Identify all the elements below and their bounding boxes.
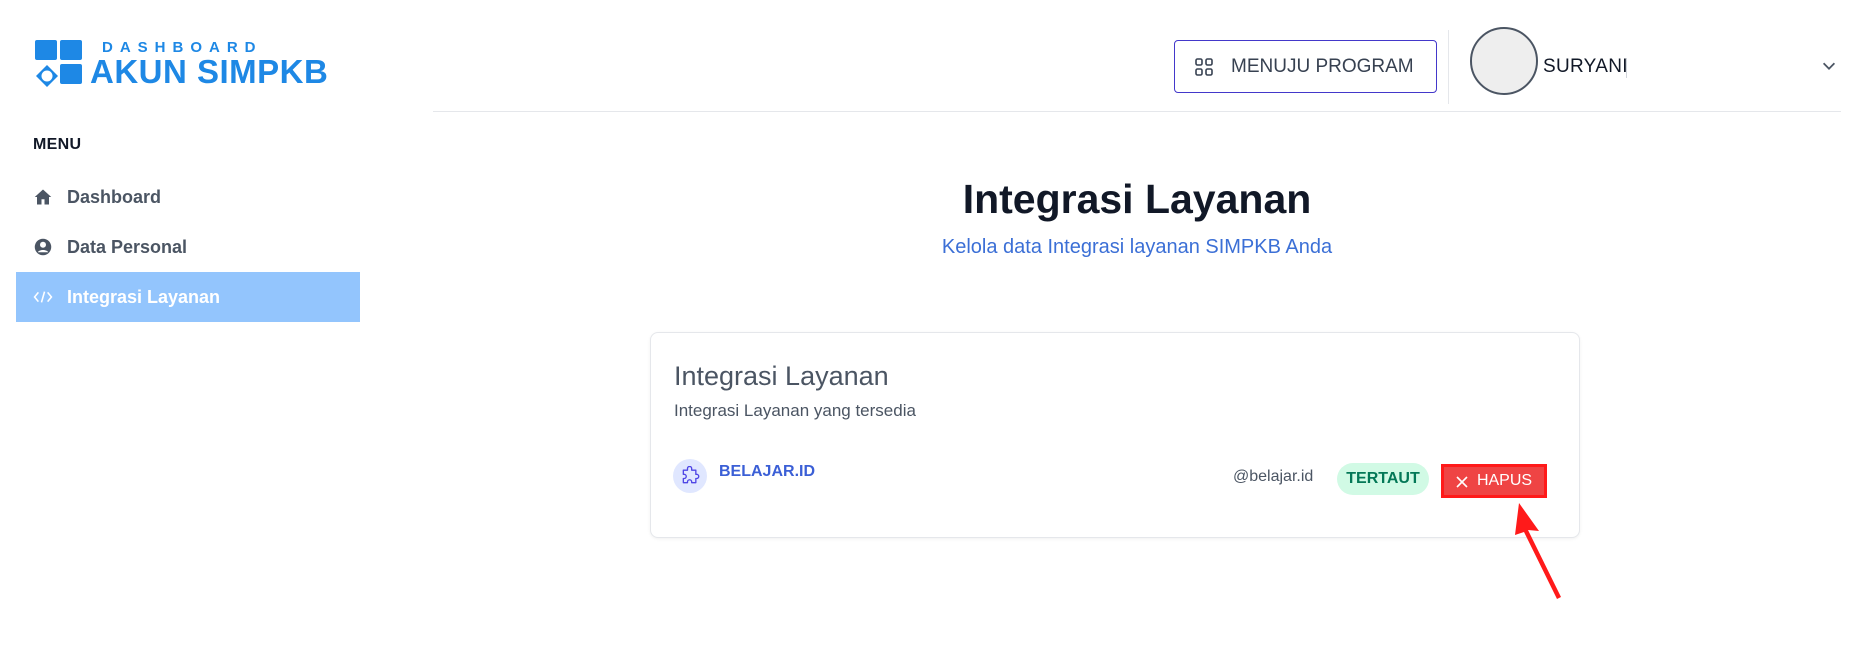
- hapus-label: HAPUS: [1476, 472, 1533, 489]
- service-name-link[interactable]: BELAJAR.ID: [719, 463, 815, 481]
- user-name[interactable]: SURYANI: [1543, 56, 1628, 78]
- puzzle-icon: [673, 459, 707, 493]
- menu-heading: MENU: [33, 136, 82, 153]
- top-header: MENUJU PROGRAM SURYANI: [433, 0, 1841, 112]
- logo-text: DASHBOARD AKUN SIMPKB: [90, 40, 328, 89]
- chevron-down-icon[interactable]: [1820, 57, 1840, 77]
- logo[interactable]: DASHBOARD AKUN SIMPKB: [32, 38, 328, 90]
- page-subtitle: Kelola data Integrasi layanan SIMPKB And…: [941, 236, 1333, 258]
- logo-mark-icon: [32, 38, 84, 90]
- page-title: Integrasi Layanan: [962, 176, 1312, 222]
- user-name-separator: [1626, 58, 1627, 78]
- menuju-program-button[interactable]: MENUJU PROGRAM: [1174, 40, 1437, 93]
- app-root: DASHBOARD AKUN SIMPKB MENU Dashboard Dat…: [0, 0, 1859, 645]
- code-icon: [33, 287, 53, 307]
- hapus-button[interactable]: HAPUS: [1441, 464, 1547, 498]
- close-icon: [1456, 475, 1468, 488]
- sidebar-item-label: Dashboard: [67, 186, 162, 207]
- card-subtitle: Integrasi Layanan yang tersedia: [674, 401, 916, 420]
- home-icon: [33, 187, 53, 207]
- sidebar-item-label: Integrasi Layanan: [67, 286, 221, 307]
- service-handle: @belajar.id: [1233, 468, 1314, 485]
- annotation-arrow-icon: [1515, 503, 1561, 599]
- sidebar-nav: Dashboard Data Personal Integrasi Layana…: [16, 172, 360, 322]
- status-badge: TERTAUT: [1337, 463, 1429, 495]
- sidebar: DASHBOARD AKUN SIMPKB MENU Dashboard Dat…: [0, 0, 430, 645]
- integration-card: Integrasi Layanan Integrasi Layanan yang…: [650, 332, 1580, 538]
- menuju-program-label: MENUJU PROGRAM: [1231, 55, 1414, 77]
- grid-icon: [1195, 57, 1213, 76]
- user-circle-icon: [33, 237, 53, 257]
- logo-big-text: AKUN SIMPKB: [90, 52, 329, 90]
- avatar[interactable]: [1470, 27, 1538, 95]
- sidebar-item-integrasi-layanan[interactable]: Integrasi Layanan: [16, 272, 360, 322]
- sidebar-item-data-personal[interactable]: Data Personal: [16, 222, 360, 272]
- sidebar-item-label: Data Personal: [67, 236, 188, 257]
- sidebar-item-dashboard[interactable]: Dashboard: [16, 172, 360, 222]
- header-divider: [1448, 30, 1449, 104]
- card-title: Integrasi Layanan: [674, 361, 889, 391]
